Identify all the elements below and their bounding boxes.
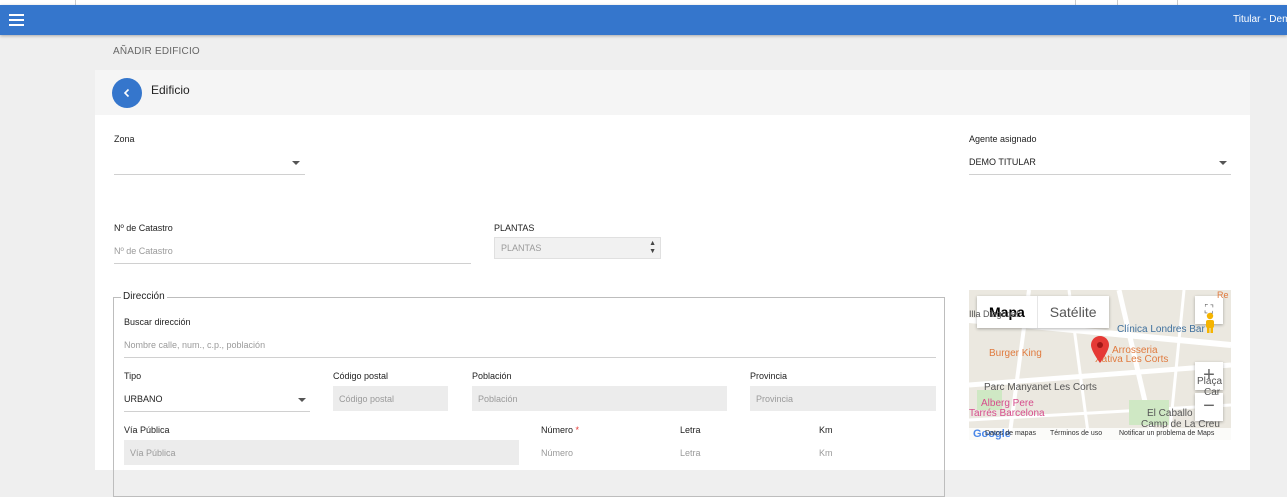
poi-placa: Plaça xyxy=(1197,376,1223,387)
required-mark: * xyxy=(575,425,580,435)
map-marker-icon[interactable] xyxy=(1091,336,1109,368)
buscar-input[interactable]: Nombre calle, num., c.p., población xyxy=(124,340,265,350)
buscar-label: Buscar dirección xyxy=(124,317,191,327)
map-data-link[interactable]: Datos de mapas xyxy=(985,430,1036,437)
catastro-underline xyxy=(114,263,471,264)
user-label[interactable]: Titular - Demo xyxy=(1233,14,1287,25)
back-button[interactable] xyxy=(112,78,142,108)
tipo-label: Tipo xyxy=(124,371,142,381)
poblacion-placeholder: Población xyxy=(478,394,518,404)
poi-el-caballo: El Caballo xyxy=(1147,408,1193,419)
agente-select[interactable] xyxy=(969,174,1231,175)
hamburger-menu-icon[interactable] xyxy=(9,14,24,26)
agente-label: Agente asignado xyxy=(969,134,1037,144)
codigo-postal-label: Código postal xyxy=(333,371,389,381)
codigo-postal-placeholder: Código postal xyxy=(339,394,395,404)
poi-parc-manyanet: Parc Manyanet Les Corts xyxy=(984,382,1097,393)
poblacion-input[interactable]: Población xyxy=(472,386,727,411)
number-spinner-icon[interactable]: ▲ ▼ xyxy=(649,240,656,256)
direccion-legend: Dirección xyxy=(121,291,167,302)
agente-select-value[interactable]: DEMO TITULAR xyxy=(969,157,1036,167)
plantas-number-input[interactable]: PLANTAS ▲ ▼ xyxy=(494,237,661,259)
zona-select[interactable] xyxy=(114,174,305,175)
terms-link[interactable]: Términos de uso xyxy=(1050,430,1102,437)
card-title: Edificio xyxy=(151,83,190,97)
poi-car: Car xyxy=(1204,387,1221,398)
codigo-postal-input[interactable]: Código postal xyxy=(333,386,448,411)
card-header: Edificio xyxy=(95,70,1250,115)
catastro-label: Nº de Catastro xyxy=(114,223,173,233)
letra-label: Letra xyxy=(680,425,701,435)
letra-input[interactable]: Letra xyxy=(680,448,701,458)
zona-label: Zona xyxy=(114,134,135,144)
plantas-label: PLANTAS xyxy=(494,223,535,233)
tipo-dropdown-arrow-icon[interactable] xyxy=(298,398,306,402)
street-view-pegman-icon[interactable] xyxy=(1203,312,1217,334)
chevron-left-icon xyxy=(123,88,130,98)
km-label: Km xyxy=(819,425,833,435)
agente-dropdown-arrow-icon[interactable] xyxy=(1219,161,1227,165)
map-footer: Google Datos de mapas Términos de uso No… xyxy=(969,428,1231,440)
map-widget[interactable]: Mapa Satélite ⛶ + − Illa Diagonal Clínic… xyxy=(969,290,1231,440)
km-input[interactable]: Km xyxy=(819,448,833,458)
via-publica-input[interactable]: Vía Pública xyxy=(124,440,519,465)
building-form-card: Edificio Zona Agente asignado DEMO TITUL… xyxy=(95,70,1250,497)
via-publica-placeholder: Vía Pública xyxy=(130,448,176,458)
satellite-tab[interactable]: Satélite xyxy=(1036,296,1109,328)
breadcrumb: AÑADIR EDIFICIO xyxy=(113,46,200,57)
poi-res: Re xyxy=(1217,290,1229,300)
provincia-placeholder: Provincia xyxy=(756,394,794,404)
catastro-input[interactable]: Nº de Catastro xyxy=(114,246,173,256)
via-publica-label: Vía Pública xyxy=(124,425,170,435)
poi-clinica: Clínica Londres Bar xyxy=(1117,324,1205,335)
tipo-select-value[interactable]: URBANO xyxy=(124,394,163,404)
poblacion-label: Población xyxy=(472,371,512,381)
zona-dropdown-arrow-icon[interactable] xyxy=(292,161,300,165)
numero-label: Número * xyxy=(541,425,579,435)
poi-tarres: Tarrés Barcelona xyxy=(969,408,1045,419)
poi-burger-king: Burger King xyxy=(989,348,1042,359)
tipo-select[interactable] xyxy=(124,411,310,412)
plantas-placeholder: PLANTAS xyxy=(501,243,542,253)
poi-illa-diagonal: Illa Diagonal xyxy=(969,309,1019,319)
numero-input[interactable]: Número xyxy=(541,448,573,458)
buscar-underline xyxy=(124,357,936,358)
provincia-label: Provincia xyxy=(750,371,788,381)
provincia-input[interactable]: Provincia xyxy=(750,386,936,411)
report-problem-link[interactable]: Notificar un problema de Maps xyxy=(1119,430,1214,437)
numero-label-text: Número xyxy=(541,425,574,435)
app-bar: Titular - Demo xyxy=(0,5,1287,35)
